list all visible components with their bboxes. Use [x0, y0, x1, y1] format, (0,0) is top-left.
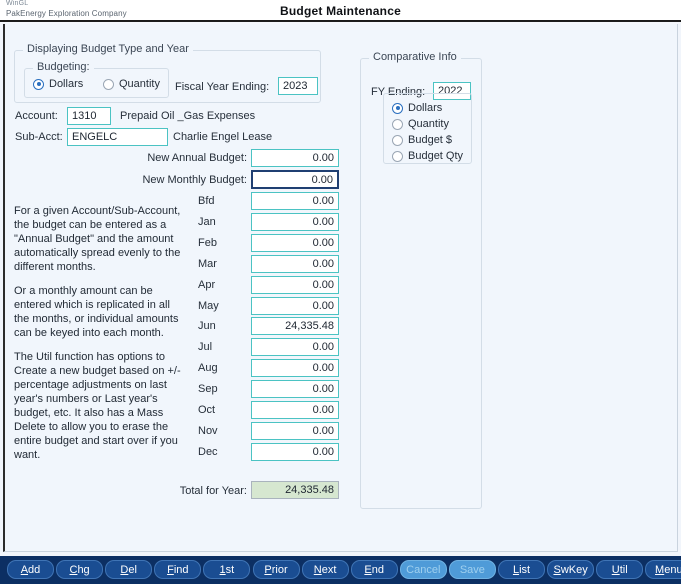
- radio-comparative-dollars[interactable]: Dollars: [392, 102, 442, 114]
- toolbar-button-end[interactable]: End: [350, 560, 398, 579]
- budget-row-label-oct: Oct: [198, 404, 216, 416]
- toolbar-button-next[interactable]: Next: [301, 560, 349, 579]
- help-paragraph-1: For a given Account/Sub-Account, the bud…: [14, 205, 181, 273]
- toolbar-button-add[interactable]: Add: [7, 560, 54, 579]
- subacct-label: Sub-Acct:: [15, 131, 63, 143]
- radio-dot-icon: [392, 102, 403, 114]
- display-budget-type-legend: Displaying Budget Type and Year: [23, 43, 193, 55]
- budget-row-label-dec: Dec: [198, 445, 218, 458]
- display-budget-type-group: Displaying Budget Type and Year Budgetin…: [14, 43, 321, 103]
- comparative-info-legend: Comparative Info: [369, 51, 461, 63]
- budget-row-input-aug[interactable]: [251, 359, 339, 378]
- budget-row-input-apr[interactable]: [251, 275, 339, 294]
- budget-row-label-may: May: [198, 299, 219, 312]
- toolbar-button-save: Save: [448, 560, 496, 579]
- toolbar-button-del[interactable]: Del: [105, 560, 153, 579]
- toolbar-button-list[interactable]: List: [498, 560, 545, 579]
- radio-dot-icon: [103, 78, 114, 90]
- budget-row-label-apr: Apr: [198, 278, 216, 291]
- radio-budgeting-dollars-label: Dollars: [49, 78, 84, 90]
- radio-budgeting-quantity-label: Quantity: [119, 78, 160, 90]
- toolbar-button-swkey[interactable]: SwKey: [547, 560, 595, 579]
- subacct-input[interactable]: [67, 128, 168, 146]
- new-monthly-budget-label: New Monthly Budget:: [142, 174, 247, 186]
- budget-row-label-bfd: Bfd: [198, 195, 215, 207]
- radio-comparative-budget-dollars[interactable]: Budget $: [392, 134, 452, 146]
- toolbar-button-find[interactable]: Find: [154, 560, 202, 579]
- account-label: Account:: [15, 110, 58, 122]
- radio-comparative-quantity-label: Quantity: [408, 118, 449, 130]
- budget-row-label-jul: Jul: [198, 341, 213, 354]
- budget-row-input-nov[interactable]: [251, 421, 339, 440]
- new-annual-budget-input[interactable]: [251, 149, 339, 167]
- budget-row-label-nov: Nov: [198, 424, 218, 437]
- title-bar: WinGL PakEnergy Exploration Company Budg…: [0, 0, 681, 21]
- radio-comparative-dollars-label: Dollars: [408, 102, 443, 114]
- fiscal-year-label: Fiscal Year Ending:: [175, 81, 270, 93]
- help-paragraph-3: The Util function has options to Create …: [14, 351, 181, 461]
- help-text: For a given Account/Sub-Account, the bud…: [14, 204, 186, 462]
- total-for-year-label: Total for Year:: [179, 485, 247, 497]
- budget-row-label-jun: Jun: [198, 320, 216, 333]
- radio-comparative-budget-qty[interactable]: Budget Qty: [392, 150, 463, 162]
- radio-budgeting-dollars[interactable]: Dollars: [33, 78, 83, 90]
- toolbar-button-prior[interactable]: Prior: [252, 560, 300, 579]
- page-title: Budget Maintenance: [280, 4, 401, 18]
- radio-dot-icon: [392, 134, 403, 146]
- new-monthly-budget-input[interactable]: [251, 170, 339, 189]
- budget-row-input-oct[interactable]: [251, 401, 339, 419]
- budget-row-input-feb[interactable]: [251, 233, 339, 252]
- subacct-description: Charlie Engel Lease: [173, 131, 273, 143]
- budget-row-input-jul[interactable]: [251, 338, 339, 357]
- total-for-year-value: [251, 481, 339, 499]
- budget-row-label-feb: Feb: [198, 236, 217, 249]
- main-content-panel: Displaying Budget Type and Year Budgetin…: [3, 24, 678, 552]
- fiscal-year-input[interactable]: [278, 77, 318, 95]
- radio-comparative-budget-dollars-label: Budget $: [408, 134, 453, 146]
- radio-comparative-quantity[interactable]: Quantity: [392, 118, 449, 130]
- budget-row-label-sep: Sep: [198, 383, 218, 396]
- comparative-info-group: Comparative Info FY Ending: Dollars Quan…: [360, 51, 482, 509]
- toolbar-button-menu[interactable]: Menu: [645, 560, 681, 579]
- budget-row-input-sep[interactable]: [251, 380, 339, 399]
- account-input[interactable]: [67, 107, 111, 125]
- budget-row-input-jan[interactable]: [251, 212, 339, 231]
- toolbar-button-util[interactable]: Util: [596, 560, 644, 579]
- toolbar-button-cancel: Cancel: [399, 560, 447, 579]
- budget-row-input-may[interactable]: [251, 296, 339, 315]
- help-paragraph-2: Or a monthly amount can be entered which…: [14, 285, 179, 339]
- radio-dot-icon: [392, 118, 403, 130]
- radio-budgeting-quantity[interactable]: Quantity: [103, 78, 160, 90]
- budget-row-label-jan: Jan: [198, 215, 216, 228]
- toolbar-button-chg[interactable]: Chg: [56, 560, 104, 579]
- toolbar-button-1st[interactable]: 1st: [203, 560, 251, 579]
- budget-row-input-jun[interactable]: [251, 317, 339, 336]
- new-annual-budget-label: New Annual Budget:: [147, 152, 247, 164]
- radio-dot-icon: [392, 150, 403, 162]
- account-description: Prepaid Oil _Gas Expenses: [120, 110, 256, 122]
- budgeting-group: Budgeting: Dollars Quantity: [24, 61, 169, 98]
- budget-row-input-dec[interactable]: [251, 442, 339, 461]
- budget-row-input-mar[interactable]: [251, 254, 339, 273]
- comparative-options-group: Dollars Quantity Budget $ Budget Qty: [383, 93, 472, 164]
- bottom-toolbar: Add Chg Del Find 1st Prior Next End Cancel Save Li…: [0, 556, 681, 584]
- budget-row-label-mar: Mar: [198, 257, 217, 270]
- budget-row-label-aug: Aug: [198, 362, 218, 375]
- budgeting-legend: Budgeting:: [33, 61, 94, 73]
- radio-dot-icon: [33, 78, 44, 90]
- budget-row-input-bfd[interactable]: [251, 192, 339, 210]
- budget-maintenance-window: WinGL PakEnergy Exploration Company Budg…: [0, 0, 681, 584]
- radio-comparative-budget-qty-label: Budget Qty: [408, 150, 464, 162]
